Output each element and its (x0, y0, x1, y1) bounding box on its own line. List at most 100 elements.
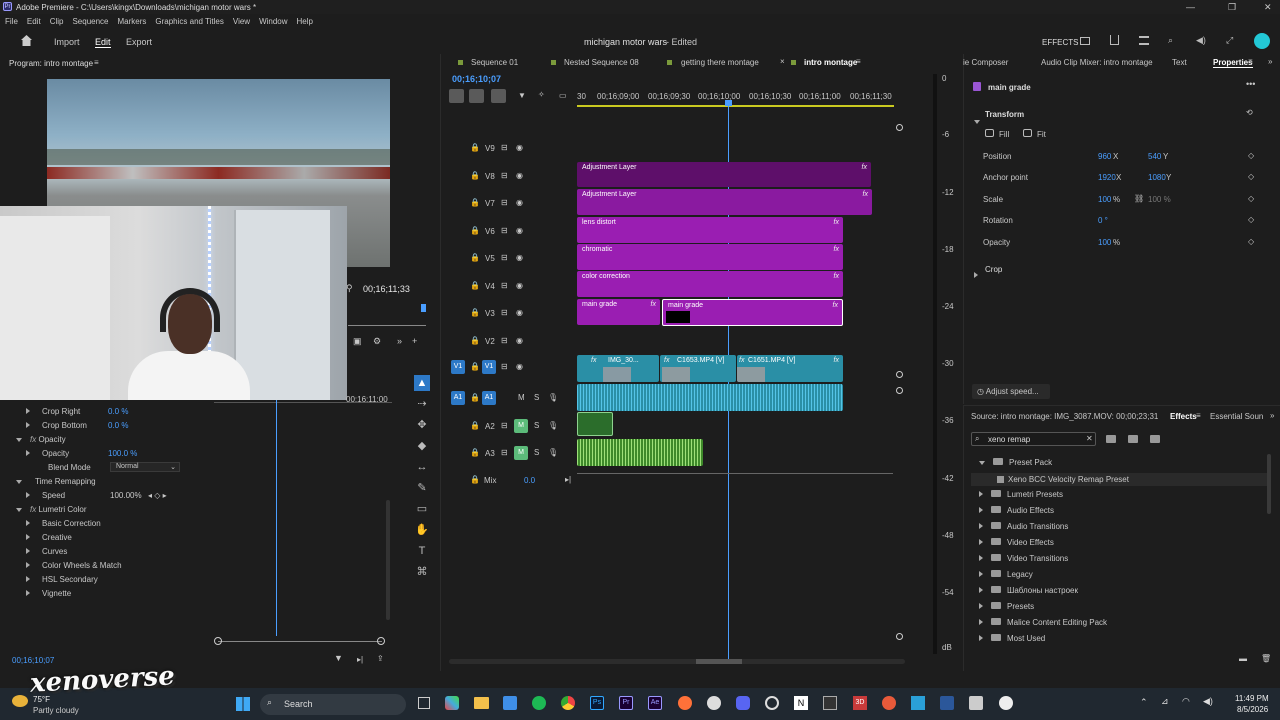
lock-icon[interactable]: 🔒 (470, 475, 480, 484)
rotation-value[interactable]: 0 ° (1098, 216, 1108, 225)
opacity-value[interactable]: 100.0 % (108, 449, 137, 458)
eye-icon[interactable]: ◉ (516, 253, 523, 262)
tab-menu-icon[interactable]: ≡ (856, 57, 861, 66)
filter-icon[interactable]: ▼ (334, 653, 343, 663)
export-frame-icon[interactable]: ▣ (353, 336, 362, 347)
menu-graphics[interactable]: Graphics and Titles (155, 17, 223, 26)
clear-search-icon[interactable]: ✕ (1086, 434, 1093, 443)
ec-row-hsl[interactable]: HSL Secondary (26, 575, 98, 584)
eye-icon[interactable]: ◉ (516, 171, 523, 180)
chevron-up-icon[interactable]: ⌃ (1140, 697, 1148, 708)
sync-icon[interactable]: ⊟ (501, 143, 508, 152)
eye-icon[interactable]: ◉ (516, 143, 523, 152)
ec-row-wheels[interactable]: Color Wheels & Match (26, 561, 122, 570)
anchor-x[interactable]: 1920 (1098, 173, 1116, 182)
lock-icon[interactable]: 🔒 (470, 336, 480, 345)
clip-lens-distort[interactable]: lens distort fx (577, 217, 843, 243)
chrome-icon[interactable] (561, 696, 575, 710)
ec-scroll-handle-right[interactable] (377, 637, 385, 645)
pen-icon[interactable]: ✎ (414, 480, 430, 496)
captions-toggle-icon[interactable]: ▭ (559, 91, 567, 100)
timeline-tab-nested-08[interactable]: Nested Sequence 08 (564, 58, 639, 67)
position-y[interactable]: 540 (1148, 152, 1161, 161)
solo-button[interactable]: S (534, 448, 539, 457)
sync-icon[interactable]: ⊟ (501, 308, 508, 317)
timeline-vscroll-top[interactable] (896, 124, 903, 131)
ec-row-creative[interactable]: Creative (26, 533, 72, 542)
effects-folder-legacy[interactable]: Legacy (979, 570, 1033, 579)
adjust-speed-button[interactable]: ◷ Adjust speed... (972, 384, 1050, 399)
discord-icon[interactable] (736, 696, 750, 710)
sync-icon[interactable]: ⊟ (501, 281, 508, 290)
store-icon[interactable] (503, 696, 517, 710)
app-3d-icon[interactable]: 3D (853, 696, 867, 710)
openai-icon[interactable] (765, 696, 779, 710)
playhead-marker[interactable] (421, 304, 426, 312)
ec-row-crop-right[interactable]: Crop Right 0.0 % (26, 407, 211, 416)
lock-icon[interactable]: 🔒 (470, 143, 480, 152)
minimize-button[interactable]: — (1186, 2, 1195, 12)
crop-section[interactable]: Crop (985, 265, 1002, 274)
ec-row-lumetri[interactable]: fx Lumetri Color (16, 505, 86, 514)
sync-icon[interactable]: ⊟ (501, 226, 508, 235)
menu-clip[interactable]: Clip (50, 17, 64, 26)
clip-img-30[interactable]: fx IMG_30... (577, 355, 659, 382)
ripple-edit-icon[interactable]: ✥ (414, 417, 430, 433)
effects-folder-audio-transitions[interactable]: Audio Transitions (979, 522, 1068, 531)
timeline-tab-intro-montage[interactable]: intro montage (804, 58, 857, 67)
panel-menu-icon[interactable]: ≡ (94, 58, 99, 67)
notepad-icon[interactable] (969, 696, 983, 710)
clip-adjustment-layer-v8[interactable]: Adjustment Layer fx (577, 162, 871, 187)
import-tab[interactable]: Import (54, 37, 80, 47)
clip-c1651[interactable]: fx C1651.MP4 [V] fx (737, 355, 843, 382)
scale-value[interactable]: 100 (1098, 195, 1111, 204)
caption-icon[interactable]: ⌘ (414, 564, 430, 580)
menu-markers[interactable]: Markers (118, 17, 147, 26)
taskbar-date[interactable]: 8/5/2026 (1237, 705, 1268, 714)
taskbar-search[interactable]: ⌕ Search (260, 694, 406, 715)
new-bin-icon[interactable]: ▬ (1239, 654, 1247, 663)
menu-window[interactable]: Window (259, 17, 287, 26)
ec-row-curves[interactable]: Curves (26, 547, 67, 556)
menu-sequence[interactable]: Sequence (72, 17, 108, 26)
play-only-icon[interactable]: ▸| (357, 655, 363, 664)
media-player-icon[interactable] (999, 696, 1013, 710)
linked-selection-icon[interactable] (491, 89, 506, 103)
lock-icon[interactable]: 🔒 (470, 308, 480, 317)
essential-sound-tab[interactable]: Essential Soun (1210, 412, 1263, 421)
lock-icon[interactable]: 🔒 (470, 448, 480, 457)
more-options-icon[interactable]: ••• (1246, 79, 1255, 89)
fit-icon[interactable] (1023, 129, 1032, 137)
fill-button[interactable]: Fill (999, 130, 1009, 139)
ec-row-crop-bottom[interactable]: Crop Bottom 0.0 % (26, 421, 211, 430)
effects-workspace-label[interactable]: EFFECTS (1042, 38, 1078, 47)
lock-icon[interactable]: 🔒 (470, 421, 480, 430)
timeline-hscroll[interactable] (449, 659, 905, 664)
volume-icon[interactable]: ◀) (1196, 35, 1206, 46)
mix-value[interactable]: 0.0 (524, 476, 535, 485)
effects-folder-video-transitions[interactable]: Video Transitions (979, 554, 1068, 563)
source-patch-a1[interactable]: A1 (451, 391, 465, 405)
tab-text[interactable]: Text (1172, 58, 1187, 67)
timeline-tab-getting-there[interactable]: getting there montage (681, 58, 759, 67)
lock-icon[interactable]: 🔒 (470, 198, 480, 207)
network-icon[interactable]: ⊿ (1161, 696, 1169, 707)
solo-button[interactable]: S (534, 393, 539, 402)
audio-clip-a1[interactable] (577, 384, 843, 411)
sync-icon[interactable]: ⊟ (501, 171, 508, 180)
panel-icon[interactable] (1080, 37, 1090, 45)
accelerated-effects-icon[interactable] (1106, 435, 1116, 443)
tab-properties[interactable]: Properties (1213, 58, 1253, 68)
photos-icon[interactable] (911, 696, 925, 710)
track-label[interactable]: V1 (482, 360, 496, 374)
snap-icon[interactable] (449, 89, 464, 103)
lock-icon[interactable]: 🔒 (470, 253, 480, 262)
crop-bottom-value[interactable]: 0.0 % (108, 421, 128, 430)
effects-vscroll[interactable] (1267, 454, 1271, 514)
effects-search-box[interactable]: ⌕ ✕ (971, 432, 1096, 446)
fullscreen-icon[interactable]: ⤢ (1226, 35, 1233, 46)
sync-icon[interactable]: ⊟ (501, 253, 508, 262)
mic-icon[interactable]: 🎙 (548, 448, 558, 457)
wrench-settings-icon[interactable]: ✧ (538, 90, 545, 99)
slip-icon[interactable]: ↔ (414, 459, 430, 475)
